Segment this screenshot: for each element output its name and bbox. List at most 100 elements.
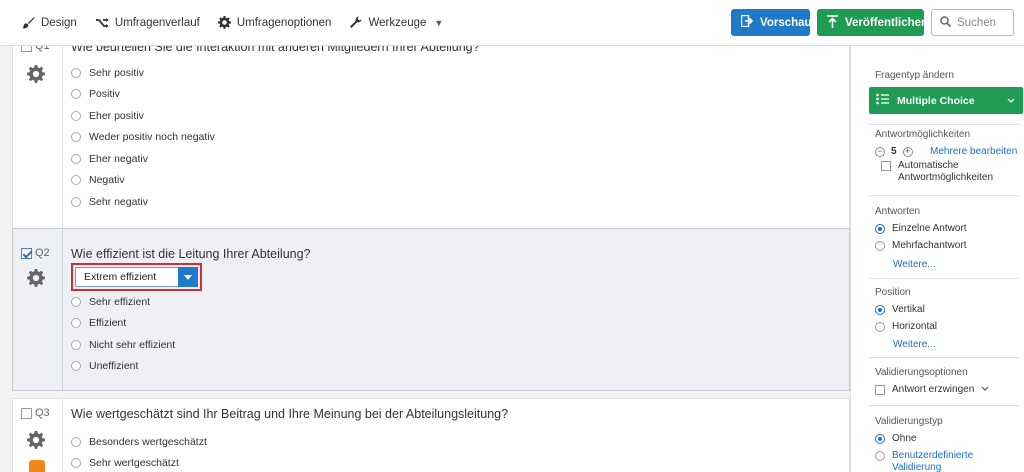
single-answer-label: Einzelne Antwort [892, 223, 967, 234]
choice-item[interactable]: Weder positiv noch negativ [71, 127, 215, 149]
choice-item[interactable]: Besonders wertgeschätzt [71, 431, 207, 453]
question-sidebar: Q3 [13, 399, 63, 472]
choice-label: Effizient [89, 317, 127, 330]
radio-icon [875, 451, 885, 461]
custom-validation-label: Benutzerdefinierte Validierung [892, 450, 974, 472]
question-number: Q3 [35, 407, 50, 419]
gear-icon[interactable] [27, 269, 45, 290]
more-position-link[interactable]: Weitere... [893, 339, 936, 350]
survey-editor: Q1 Wie beurteilen Sie die Interaktion mi… [0, 46, 850, 472]
nav-design[interactable]: Design [22, 16, 77, 29]
chevron-down-icon [981, 384, 989, 395]
auto-choices-label: Automatische Antwortmöglichkeiten [898, 160, 994, 183]
plus-icon[interactable]: + [902, 146, 913, 157]
divider [869, 278, 1019, 279]
vertical-label: Vertikal [892, 304, 925, 315]
radio-icon [71, 436, 81, 447]
publish-button[interactable]: Veröffentlichen [817, 9, 928, 36]
multi-answer-option[interactable]: Mehrfachantwort [875, 240, 966, 251]
radio-icon [71, 89, 81, 100]
question-block-q3[interactable]: Q3 Wie wertgeschätzt sind Ihr Beitrag un… [12, 398, 850, 472]
brush-icon [22, 16, 35, 29]
warning-badge-icon[interactable] [29, 460, 45, 472]
divider [869, 124, 1019, 125]
minus-icon[interactable]: − [875, 146, 885, 157]
edit-multiple-link[interactable]: Mehrere bearbeiten [930, 146, 1017, 157]
choice-label: Sehr negativ [89, 195, 148, 208]
horizontal-option[interactable]: Horizontal [875, 321, 937, 332]
choice-label: Uneffizient [89, 360, 139, 373]
question-text[interactable]: Wie wertgeschätzt sind Ihr Beitrag und I… [71, 407, 508, 421]
radio-icon [71, 153, 81, 164]
choice-edit-input[interactable]: Extrem effizient [75, 267, 198, 287]
radio-icon [875, 240, 885, 251]
choice-item[interactable]: Negativ [71, 170, 215, 192]
radio-icon [71, 458, 81, 469]
vertical-option[interactable]: Vertikal [875, 304, 925, 315]
choice-item[interactable]: Sehr effizient [71, 291, 175, 313]
publish-icon [827, 14, 838, 31]
choice-list: Besonders wertgeschätzt Sehr wertgeschät… [71, 431, 207, 472]
nav-survey-flow-label: Umfragenverlauf [114, 16, 200, 29]
answers-heading: Antworten [875, 206, 921, 217]
single-answer-option[interactable]: Einzelne Antwort [875, 223, 967, 234]
radio-icon [875, 223, 885, 234]
nav-tools-label: Werkzeuge [368, 16, 427, 29]
question-settings-panel: Fragentyp ändern Multiple Choice Antwort… [850, 46, 1024, 472]
choice-edit-box[interactable]: Extrem effizient [71, 263, 202, 291]
validation-type-heading: Validierungstyp [875, 416, 943, 427]
answer-count-stepper: − 5 + [875, 146, 913, 157]
choice-item[interactable]: Positiv [71, 84, 215, 106]
horizontal-label: Horizontal [892, 321, 938, 332]
nav-tools[interactable]: Werkzeuge ▼ [349, 16, 443, 29]
force-response-option[interactable]: Antwort erzwingen [875, 384, 989, 395]
choice-item[interactable]: Sehr negativ [71, 191, 215, 213]
gear-icon[interactable] [27, 65, 45, 86]
more-answers-link[interactable]: Weitere... [893, 259, 936, 270]
choice-item[interactable]: Effizient [71, 313, 175, 335]
auto-choices-option[interactable]: Automatische Antwortmöglichkeiten [881, 160, 1018, 184]
choice-label: Sehr wertgeschätzt [89, 457, 179, 470]
radio-icon [71, 296, 81, 307]
choice-item[interactable]: Uneffizient [71, 356, 175, 378]
chevron-down-icon[interactable] [178, 267, 198, 287]
preview-button[interactable]: Vorschau [731, 9, 812, 36]
publish-label: Veröffentlichen [845, 16, 929, 29]
question-checkbox[interactable] [21, 248, 32, 259]
question-type-dropdown[interactable]: Multiple Choice [869, 87, 1023, 114]
question-text[interactable]: Wie effizient ist die Leitung Ihrer Abte… [71, 247, 311, 261]
validation-none-option[interactable]: Ohne [875, 433, 916, 444]
validation-options-heading: Validierungsoptionen [875, 367, 968, 378]
choice-label: Sehr positiv [89, 66, 144, 79]
divider [869, 195, 1019, 196]
flow-icon [95, 17, 109, 29]
gear-icon[interactable] [27, 431, 45, 452]
custom-validation-option[interactable]: Benutzerdefinierte Validierung [875, 450, 982, 472]
choice-item[interactable]: Sehr wertgeschätzt [71, 453, 207, 472]
question-checkbox[interactable] [21, 46, 32, 52]
choice-list: Sehr effizient Effizient Nicht sehr effi… [71, 291, 175, 377]
preview-icon [740, 14, 754, 30]
choice-label: Eher positiv [89, 109, 144, 122]
choice-item[interactable]: Nicht sehr effizient [71, 334, 175, 356]
question-block-q2[interactable]: Q2 Wie effizient ist die Leitung Ihrer A… [12, 228, 850, 391]
radio-icon [71, 175, 81, 186]
question-sidebar: Q2 [13, 229, 63, 390]
choice-item[interactable]: Eher negativ [71, 148, 215, 170]
answer-count-value: 5 [891, 146, 897, 157]
radio-icon [71, 361, 81, 372]
choice-item[interactable]: Sehr positiv [71, 62, 215, 84]
choice-edit-value: Extrem effizient [84, 271, 157, 283]
radio-icon [71, 339, 81, 350]
force-response-label: Antwort erzwingen [892, 384, 975, 395]
chevron-down-icon: ▼ [434, 17, 444, 28]
wrench-icon [349, 16, 362, 29]
question-text[interactable]: Wie beurteilen Sie die Interaktion mit a… [71, 46, 480, 54]
choice-list: Sehr positiv Positiv Eher positiv Weder … [71, 62, 215, 213]
search-input[interactable]: Suchen [931, 9, 1014, 36]
nav-survey-flow[interactable]: Umfragenverlauf [95, 17, 200, 29]
question-checkbox[interactable] [21, 408, 32, 419]
radio-icon [875, 433, 885, 444]
nav-survey-options[interactable]: Umfragenoptionen [217, 16, 331, 29]
choice-item[interactable]: Eher positiv [71, 105, 215, 127]
